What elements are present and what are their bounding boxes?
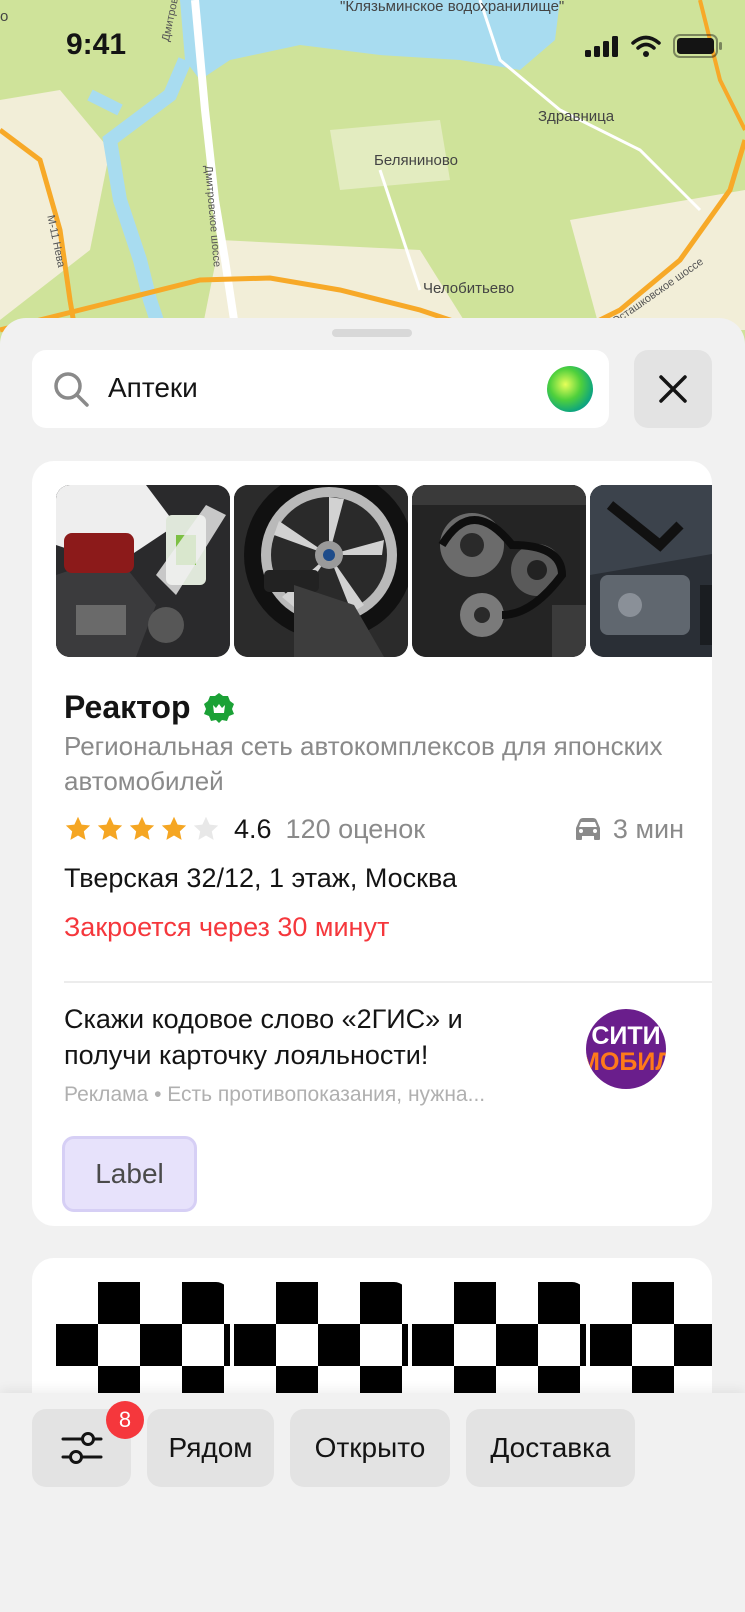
filter-bar: 8 Рядом Открыто Доставка [0, 1393, 745, 1612]
place-address: Тверская 32/12, 1 этаж, Москва [64, 863, 458, 893]
star-icon-filled [97, 816, 123, 840]
place-description: Региональная сеть автокомплексов для япо… [64, 731, 663, 796]
ad-logo-text-1: СИТИ [591, 1022, 661, 1050]
filters-icon [61, 1432, 102, 1464]
photo-wheel[interactable] [234, 485, 408, 657]
ad-label-button[interactable]: Label [62, 1136, 197, 1212]
verified-badge-icon [203, 692, 234, 723]
reviews-count[interactable]: 120 оценок [286, 814, 425, 845]
ad-logo-text-2: МОБИЛ [586, 1048, 666, 1076]
voice-assistant-icon[interactable] [547, 366, 593, 412]
place-card[interactable]: Реактор Региональная сеть автокомплексов… [32, 461, 712, 1226]
close-button[interactable] [634, 350, 712, 428]
map-label-chelobitevo: Челобитьево [423, 280, 515, 297]
filters-button[interactable]: 8 [32, 1401, 144, 1487]
car-icon [575, 818, 600, 840]
rating-row: 4.6 120 оценок 3 мин [64, 809, 684, 849]
star-icon-filled [129, 816, 155, 840]
photo-engine-bay[interactable] [590, 485, 712, 657]
status-bar: 9:41 [0, 0, 745, 95]
ad-logo: СИТИ МОБИЛ [586, 1009, 666, 1089]
status-icons [585, 34, 723, 58]
travel-time-value: 3 мин [612, 813, 684, 844]
place-title-row: Реактор [64, 689, 235, 726]
place-title[interactable]: Реактор [64, 689, 191, 726]
star-icon-empty [193, 816, 219, 840]
search-input[interactable]: Аптеки [108, 372, 198, 404]
sheet-drag-handle[interactable] [332, 329, 412, 337]
map-label-belyaninovo: Беляниново [374, 152, 458, 169]
chip-open[interactable]: Открыто [290, 1409, 450, 1487]
map-label-zdravnitsa: Здравница [538, 108, 615, 125]
chip-delivery[interactable]: Доставка [466, 1409, 635, 1487]
rating-value: 4.6 [234, 813, 272, 844]
cellular-signal-icon [585, 36, 618, 57]
ad-disclaimer: Реклама • Есть противопоказания, нужна..… [64, 1083, 486, 1106]
status-time: 9:41 [66, 28, 127, 61]
photo-engine-oil[interactable] [56, 485, 230, 657]
ad-text[interactable]: Скажи кодовое слово «2ГИС» и получи карт… [64, 1001, 544, 1073]
photo-gallery[interactable] [56, 485, 712, 657]
star-icon-filled [65, 816, 91, 840]
star-icon-filled [161, 816, 187, 840]
filters-count-badge: 8 [106, 1401, 144, 1439]
opening-status: Закроется через 30 минут [64, 912, 390, 942]
travel-time: 3 мин [573, 809, 684, 849]
search-field[interactable]: Аптеки [32, 350, 609, 428]
photo-engine-belts[interactable] [412, 485, 586, 657]
search-icon [54, 372, 89, 407]
close-icon [659, 375, 687, 403]
divider [64, 981, 712, 983]
battery-icon [673, 34, 722, 58]
chip-nearby[interactable]: Рядом [147, 1409, 274, 1487]
wifi-icon [631, 35, 661, 57]
rating-stars [64, 815, 220, 843]
